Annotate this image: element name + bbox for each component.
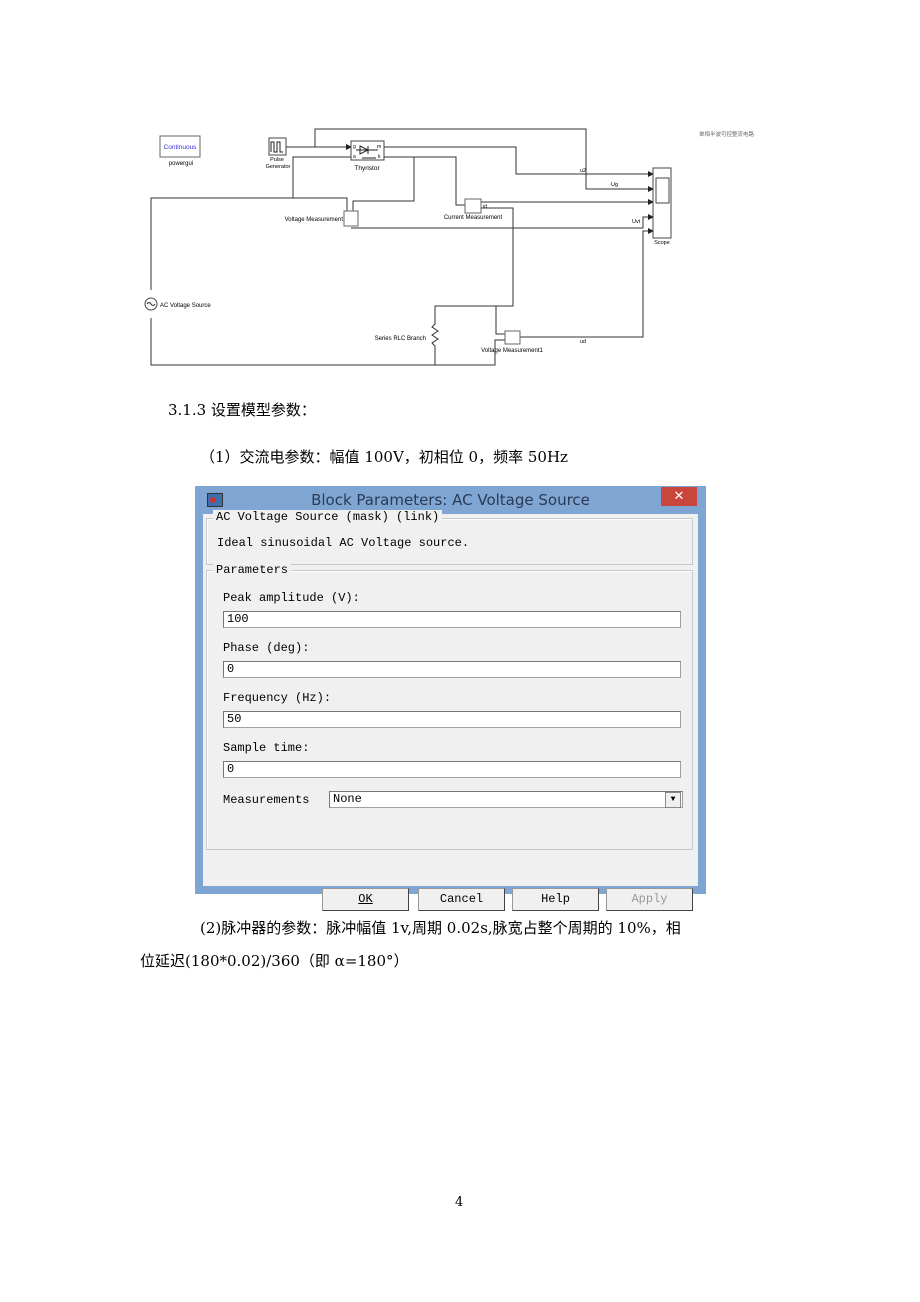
powergui-block-label: Continuous xyxy=(164,144,198,151)
block-parameters-dialog: Block Parameters: AC Voltage Source ✕ AC… xyxy=(195,486,706,911)
generator-label: Generator xyxy=(266,164,291,170)
rlc-label: Series RLC Branch xyxy=(375,336,426,342)
ac-source-label: AC Voltage Source xyxy=(160,303,211,309)
measurements-select[interactable]: None ▼ xyxy=(329,791,683,808)
voltage-measurement1-block[interactable]: Voltage Measurement1 xyxy=(481,330,544,354)
port-g: g xyxy=(353,144,356,150)
signal-id: id xyxy=(483,204,487,210)
close-button[interactable]: ✕ xyxy=(661,487,697,506)
parameters-group: Parameters Peak amplitude (V): 100 Phase… xyxy=(206,563,693,850)
signal-ug: Ug xyxy=(611,182,618,188)
mask-group: AC Voltage Source (mask) (link) Ideal si… xyxy=(206,510,693,565)
scope-label: Scope xyxy=(654,240,670,246)
measurements-label: Measurements xyxy=(223,793,310,807)
powergui-block[interactable]: Continuous powergui xyxy=(159,135,201,167)
paragraph-pulse-params-line1: (2)脉冲器的参数：脉冲幅值 1v,周期 0.02s,脉宽占整个周期的 10%，… xyxy=(200,919,681,937)
parameters-group-title: Parameters xyxy=(213,563,292,577)
page-number: 4 xyxy=(455,1195,464,1210)
paragraph-pulse-params-line2: 位延迟(180*0.02)/360（即 α=180°） xyxy=(140,952,409,970)
voltage-measurement-block[interactable]: Voltage Measurement xyxy=(285,210,359,227)
help-button[interactable]: Help xyxy=(512,888,599,911)
ac-voltage-source[interactable]: AC Voltage Source xyxy=(144,297,211,311)
peak-amplitude-label: Peak amplitude (V): xyxy=(223,591,360,605)
pulse-generator-block[interactable]: Pulse Generator xyxy=(266,137,291,170)
section-heading: 3.1.3 设置模型参数： xyxy=(168,401,316,419)
sample-time-input[interactable]: 0 xyxy=(223,761,681,778)
voltage-measurement-label: Voltage Measurement xyxy=(285,217,344,223)
simulink-diagram: Continuous powergui Pulse Generator g a … xyxy=(144,128,755,366)
pulse-label: Pulse xyxy=(270,157,284,163)
voltage-measurement1-label: Voltage Measurement1 xyxy=(481,348,543,354)
phase-label: Phase (deg): xyxy=(223,641,310,655)
powergui-label: powergui xyxy=(169,161,193,167)
resistor-icon xyxy=(431,315,439,355)
signal-uvt: Uvt xyxy=(632,219,641,225)
cancel-button[interactable]: Cancel xyxy=(418,888,505,911)
description: Ideal sinusoidal AC Voltage source. xyxy=(217,536,470,550)
chevron-down-icon[interactable]: ▼ xyxy=(665,792,681,808)
current-measurement-label: Current Measurement xyxy=(444,215,503,221)
thyristor-label: Thyristor xyxy=(354,165,380,172)
signal-u2: u2 xyxy=(580,168,586,174)
cancel-label: Cancel xyxy=(439,892,484,906)
phase-input[interactable]: 0 xyxy=(223,661,681,678)
port-m: m xyxy=(377,144,381,150)
scope-screen-icon xyxy=(655,177,670,204)
port-a: a xyxy=(353,154,356,160)
apply-button[interactable]: Apply xyxy=(606,888,693,911)
help-label: Help xyxy=(541,892,570,906)
scope-block[interactable]: Scope xyxy=(652,167,672,246)
apply-label: Apply xyxy=(631,892,668,906)
peak-amplitude-input[interactable]: 100 xyxy=(223,611,681,628)
diagram-title: 单相半波可控整流电路 xyxy=(699,130,755,138)
frequency-label: Frequency (Hz): xyxy=(223,691,332,705)
mask-group-title: AC Voltage Source (mask) (link) xyxy=(213,510,443,524)
dialog-body: AC Voltage Source (mask) (link) Ideal si… xyxy=(203,510,698,911)
wires xyxy=(150,128,654,366)
document-page: Continuous powergui Pulse Generator g a … xyxy=(0,0,920,1302)
paragraph-ac-params: （1）交流电参数：幅值 100V，初相位 0，频率 50Hz xyxy=(200,448,568,466)
thyristor-block[interactable]: g a m k Thyristor xyxy=(350,140,385,172)
signal-ud: ud xyxy=(580,339,586,345)
frequency-input[interactable]: 50 xyxy=(223,711,681,728)
measurements-value: None xyxy=(333,792,362,806)
ok-label: OK xyxy=(358,892,373,906)
series-rlc-branch[interactable]: Series RLC Branch xyxy=(375,315,439,355)
sample-time-label: Sample time: xyxy=(223,741,310,755)
ok-button[interactable]: OK xyxy=(322,888,409,911)
